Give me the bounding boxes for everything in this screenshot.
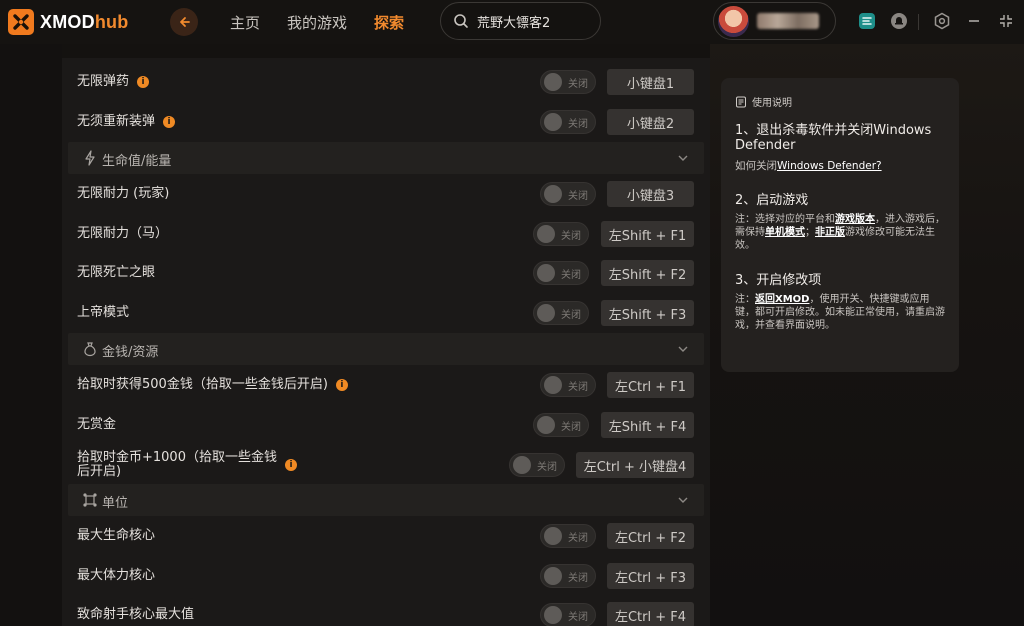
chevron-down-icon[interactable] xyxy=(676,493,690,507)
search-input[interactable] xyxy=(477,13,587,29)
cheat-toggle[interactable]: 关闭 xyxy=(540,182,596,206)
crosshair-unit-icon xyxy=(83,493,97,507)
nav-explore[interactable]: 探索 xyxy=(374,12,404,33)
xmod-logo-icon xyxy=(8,9,34,35)
left-gutter xyxy=(0,44,62,626)
list-item: 致命射手核心最大值 关闭 左Ctrl + F4 xyxy=(62,595,710,626)
section-health-energy[interactable]: 生命值/能量 xyxy=(68,142,704,174)
cheat-label: 拾取时金币+1000（拾取一些金钱后开启) i xyxy=(77,451,297,479)
list-item: 无限弹药 i 关闭 小键盘1 xyxy=(62,62,710,102)
cheat-label: 最大体力核心 xyxy=(77,568,156,583)
collapse-panel-icon[interactable] xyxy=(857,11,877,31)
cheat-label: 无限耐力（马） xyxy=(77,226,169,241)
section-title: 金钱/资源 xyxy=(102,345,159,360)
list-item: 拾取时获得500金钱（拾取一些金钱后开启) i 关闭 左Ctrl + F1 xyxy=(62,365,710,405)
instructions-header: 使用说明 xyxy=(735,94,792,109)
cheat-label: 无限死亡之眼 xyxy=(77,265,156,280)
document-icon xyxy=(736,96,746,107)
lightning-icon xyxy=(85,150,95,166)
hotkey-button[interactable]: 左Ctrl + 小键盘4 xyxy=(576,452,694,478)
hotkey-button[interactable]: 左Shift + F2 xyxy=(601,260,694,286)
chevron-down-icon[interactable] xyxy=(676,151,690,165)
cheat-toggle[interactable]: 关闭 xyxy=(540,110,596,134)
instructions-title: 使用说明 xyxy=(752,98,792,109)
list-item: 无赏金 关闭 左Shift + F4 xyxy=(62,405,710,445)
step2-title: 2、启动游戏 xyxy=(735,193,809,208)
list-item: 上帝模式 关闭 左Shift + F3 xyxy=(62,293,710,333)
cheat-toggle[interactable]: 关闭 xyxy=(509,453,565,477)
cheat-toggle[interactable]: 关闭 xyxy=(533,222,589,246)
search-icon xyxy=(454,14,468,28)
cheat-label: 无赏金 xyxy=(77,417,117,432)
info-icon[interactable]: i xyxy=(163,116,176,128)
cheat-label: 无须重新装弹 i xyxy=(77,115,176,129)
chevron-down-icon[interactable] xyxy=(676,342,690,356)
avatar[interactable] xyxy=(718,5,749,37)
cheat-label: 无限耐力 (玩家) xyxy=(77,186,170,201)
arrow-left-icon xyxy=(180,17,190,27)
hotkey-button[interactable]: 小键盘1 xyxy=(607,69,694,95)
cheat-label: 上帝模式 xyxy=(77,305,130,320)
cheat-list[interactable]: 无限弹药 i 关闭 小键盘1 无须重新装弹 i 关闭 小键盘2 生命值/能量 无限耐… xyxy=(62,58,710,626)
cheat-toggle[interactable]: 关闭 xyxy=(540,524,596,548)
section-units[interactable]: 单位 xyxy=(68,484,704,516)
hotkey-button[interactable]: 左Ctrl + F4 xyxy=(607,602,694,626)
cheat-label: 拾取时获得500金钱（拾取一些金钱后开启) i xyxy=(77,378,348,392)
app-logo[interactable]: XMODhub xyxy=(8,9,128,35)
step3-title: 3、开启修改项 xyxy=(735,273,822,288)
nav-home[interactable]: 主页 xyxy=(230,12,260,33)
app-name: XMODhub xyxy=(40,11,129,32)
cheat-toggle[interactable]: 关闭 xyxy=(540,373,596,397)
header-divider xyxy=(918,14,919,30)
hotkey-button[interactable]: 左Shift + F1 xyxy=(601,221,694,247)
section-money-resources[interactable]: 金钱/资源 xyxy=(68,333,704,365)
cheat-toggle[interactable]: 关闭 xyxy=(540,564,596,588)
top-bar: XMODhub 主页 我的游戏 探索 xyxy=(0,0,1024,44)
list-item: 最大体力核心 关闭 左Ctrl + F3 xyxy=(62,556,710,596)
cheat-toggle[interactable]: 关闭 xyxy=(533,413,589,437)
cheat-toggle[interactable]: 关闭 xyxy=(540,603,596,626)
hotkey-button[interactable]: 左Ctrl + F3 xyxy=(607,563,694,589)
hotkey-button[interactable]: 小键盘3 xyxy=(607,181,694,207)
list-item: 无限耐力（马） 关闭 左Shift + F1 xyxy=(62,214,710,254)
hotkey-button[interactable]: 左Ctrl + F2 xyxy=(607,523,694,549)
money-bag-icon xyxy=(84,342,96,357)
close-icon[interactable] xyxy=(996,11,1016,31)
info-icon[interactable]: i xyxy=(285,459,297,471)
step1-help: 如何关闭Windows Defender? xyxy=(735,160,882,172)
hotkey-button[interactable]: 左Shift + F4 xyxy=(601,412,694,438)
nav-my-games[interactable]: 我的游戏 xyxy=(287,12,347,33)
list-item: 无限死亡之眼 关闭 左Shift + F2 xyxy=(62,253,710,293)
return-xmod-link[interactable]: 返回XMOD xyxy=(755,294,809,305)
username xyxy=(757,13,819,29)
list-item: 拾取时金币+1000（拾取一些金钱后开启) i 关闭 左Ctrl + 小键盘4 xyxy=(62,445,710,485)
cheat-label: 致命射手核心最大值 xyxy=(77,607,195,622)
notification-icon[interactable] xyxy=(889,11,909,31)
hotkey-button[interactable]: 左Ctrl + F1 xyxy=(607,372,694,398)
list-item: 无限耐力 (玩家) 关闭 小键盘3 xyxy=(62,174,710,214)
step1-title: 1、退出杀毒软件并关闭Windows Defender xyxy=(735,123,932,153)
cheat-label: 无限弹药 i xyxy=(77,75,150,89)
search-box[interactable] xyxy=(440,2,601,40)
step3-text: 注：返回XMOD，使用开关、快捷键或应用键，都可开启修改。如未能正常使用，请重启… xyxy=(735,294,945,331)
list-item: 无须重新装弹 i 关闭 小键盘2 xyxy=(62,102,710,142)
user-profile[interactable] xyxy=(713,2,836,40)
info-icon[interactable]: i xyxy=(137,76,150,88)
section-title: 单位 xyxy=(102,496,129,511)
list-item: 最大生命核心 关闭 左Ctrl + F2 xyxy=(62,516,710,556)
section-title: 生命值/能量 xyxy=(102,154,172,169)
hotkey-button[interactable]: 小键盘2 xyxy=(607,109,694,135)
instructions-panel: 使用说明 1、退出杀毒软件并关闭Windows Defender 如何关闭Win… xyxy=(721,78,959,372)
cheat-label: 最大生命核心 xyxy=(77,528,156,543)
cheat-toggle[interactable]: 关闭 xyxy=(533,261,589,285)
cheat-toggle[interactable]: 关闭 xyxy=(533,301,589,325)
back-button[interactable] xyxy=(170,8,198,36)
cheat-toggle[interactable]: 关闭 xyxy=(540,70,596,94)
settings-icon[interactable] xyxy=(932,11,952,31)
minimize-icon[interactable] xyxy=(964,11,984,31)
step2-text: 注：选择对应的平台和游戏版本，进入游戏后，需保持单机模式；非正版游戏修改可能无法… xyxy=(735,214,945,251)
defender-help-link[interactable]: Windows Defender? xyxy=(777,160,882,172)
info-icon[interactable]: i xyxy=(335,379,348,391)
hotkey-button[interactable]: 左Shift + F3 xyxy=(601,300,694,326)
